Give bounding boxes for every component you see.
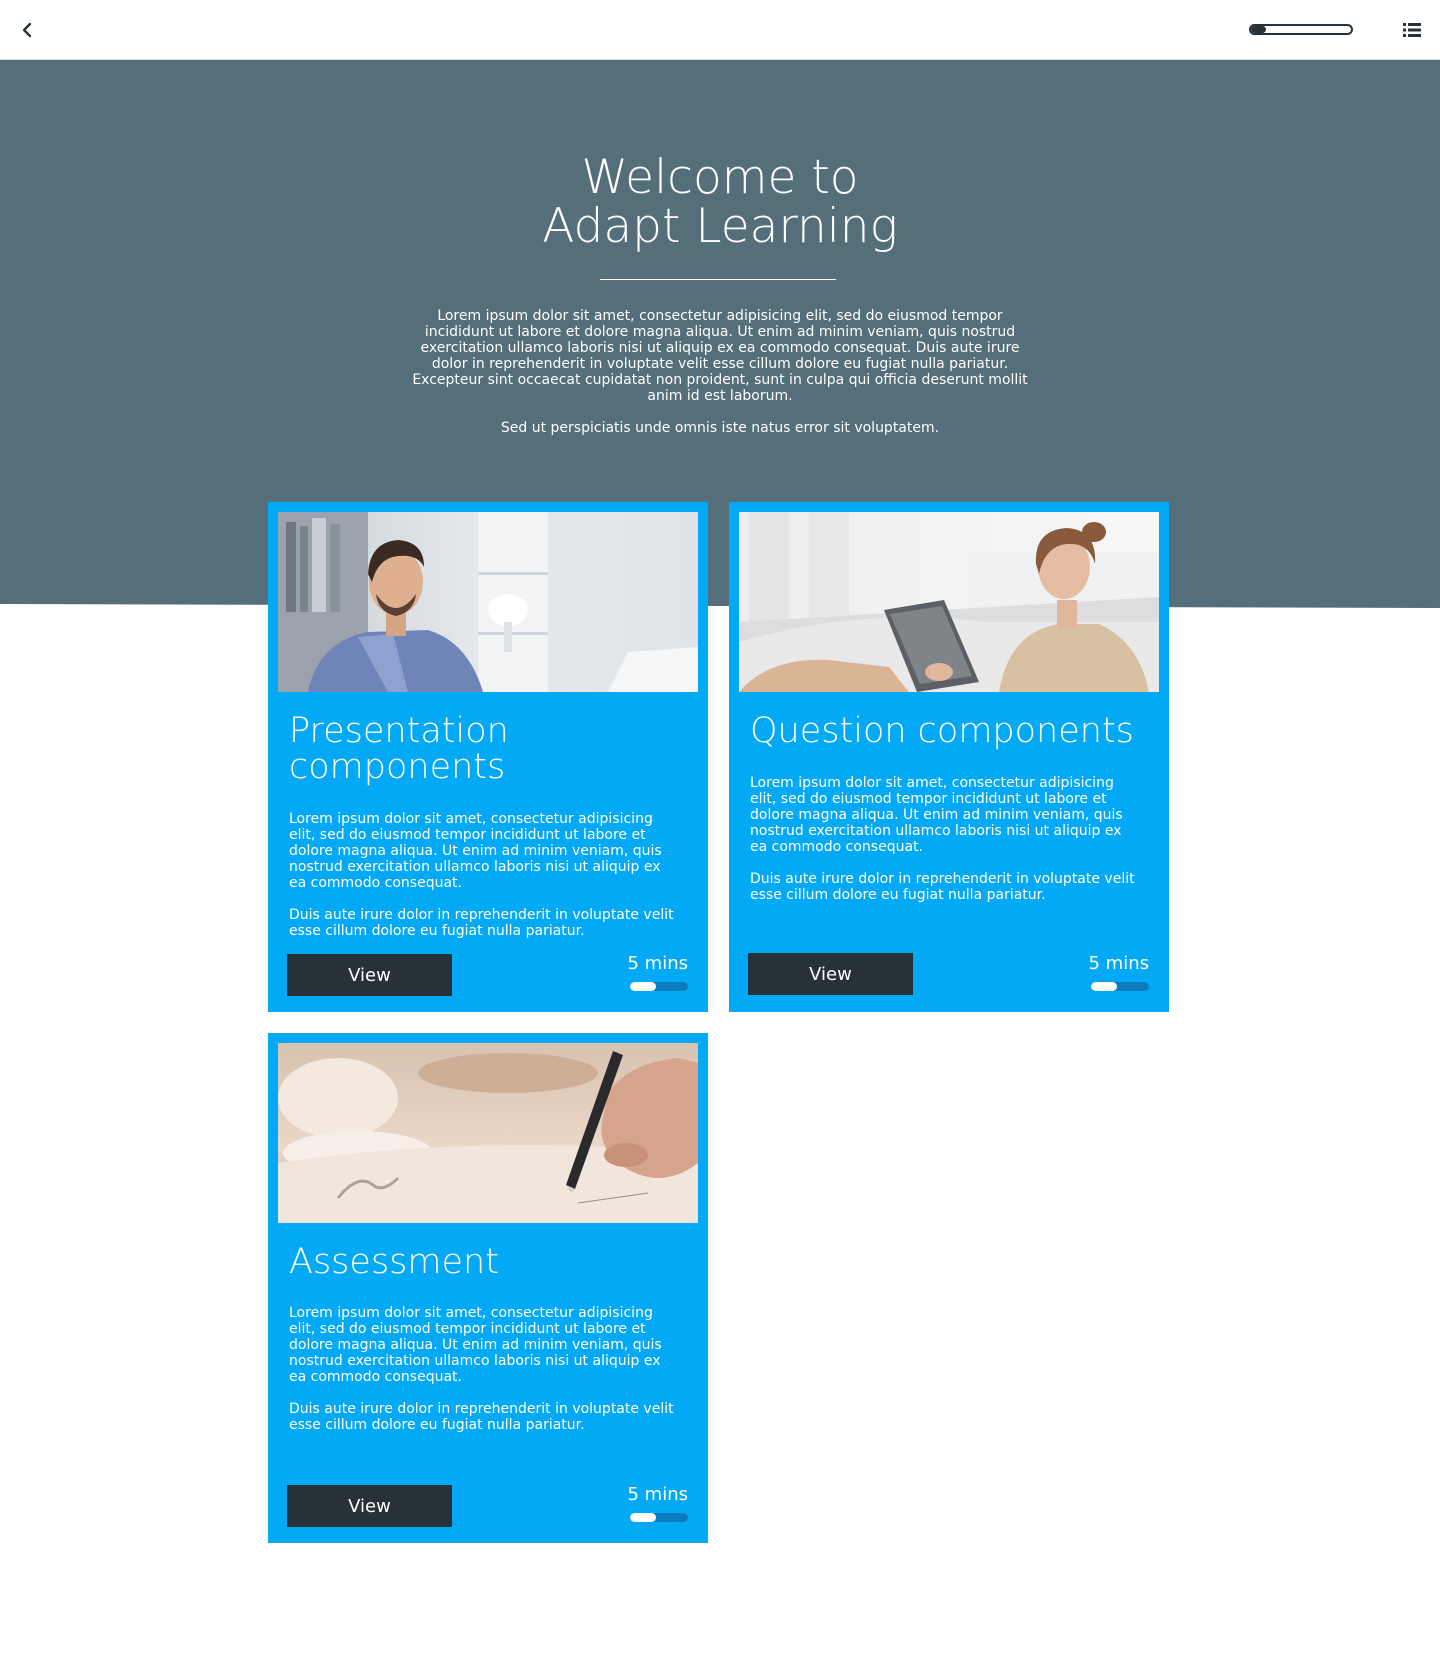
duration-label: 5 mins — [1088, 953, 1150, 974]
card-progress-bar — [1091, 982, 1149, 991]
card-paragraph-1: Lorem ipsum dolor sit amet, consectetur … — [289, 1305, 662, 1385]
card-title: Presentation components — [289, 711, 509, 787]
duration-label: 5 mins — [627, 953, 689, 974]
course-progress-bar — [1249, 24, 1353, 35]
list-icon — [1403, 23, 1421, 37]
back-button[interactable] — [12, 15, 42, 45]
view-button[interactable]: View — [287, 954, 452, 996]
card-progress-fill — [1091, 982, 1118, 991]
navigation-bar — [0, 0, 1440, 60]
card-body: Lorem ipsum dolor sit amet, consectetur … — [289, 1305, 679, 1449]
duration-label: 5 mins — [627, 1484, 689, 1505]
card-body: Lorem ipsum dolor sit amet, consectetur … — [289, 811, 679, 955]
card-progress-fill — [630, 982, 657, 991]
title-divider — [600, 279, 836, 280]
menu-card-assessment: Assessment Lorem ipsum dolor sit amet, c… — [268, 1033, 708, 1543]
card-body: Lorem ipsum dolor sit amet, consectetur … — [750, 775, 1140, 919]
card-image-hand-pen — [278, 1043, 698, 1223]
card-progress-fill — [630, 1513, 657, 1522]
title-line-2: Adapt Learning — [542, 199, 898, 254]
card-paragraph-1: Lorem ipsum dolor sit amet, consectetur … — [750, 775, 1123, 855]
chevron-left-icon — [22, 22, 32, 38]
view-button[interactable]: View — [287, 1485, 452, 1527]
card-image-man-laptop — [278, 512, 698, 692]
card-paragraph-2: Duis aute irure dolor in reprehenderit i… — [289, 1401, 674, 1433]
hero-paragraph-2: Sed ut perspiciatis unde omnis iste natu… — [500, 420, 940, 436]
card-paragraph-2: Duis aute irure dolor in reprehenderit i… — [289, 907, 674, 939]
card-progress-bar — [630, 1513, 688, 1522]
menu-card-questions: Question components Lorem ipsum dolor si… — [729, 502, 1169, 1012]
card-title: Assessment — [289, 1242, 499, 1282]
card-paragraph-2: Duis aute irure dolor in reprehenderit i… — [750, 871, 1135, 903]
menu-button[interactable] — [1397, 15, 1427, 45]
hero-body: Lorem ipsum dolor sit amet, consectetur … — [410, 308, 1030, 452]
hero-paragraph-1: Lorem ipsum dolor sit amet, consectetur … — [412, 308, 1028, 404]
card-progress-bar — [630, 982, 688, 991]
card-title: Question components — [750, 711, 1134, 751]
view-button[interactable]: View — [748, 953, 913, 995]
card-paragraph-1: Lorem ipsum dolor sit amet, consectetur … — [289, 811, 662, 891]
hero-banner: Welcome to Adapt Learning Lorem ipsum do… — [0, 60, 1440, 608]
course-progress-fill — [1251, 26, 1266, 33]
menu-card-presentation: Presentation components Lorem ipsum dolo… — [268, 502, 708, 1012]
page-title: Welcome to Adapt Learning — [420, 153, 1020, 251]
card-image-woman-tablet — [739, 512, 1159, 692]
title-line-1: Welcome to — [581, 150, 859, 205]
